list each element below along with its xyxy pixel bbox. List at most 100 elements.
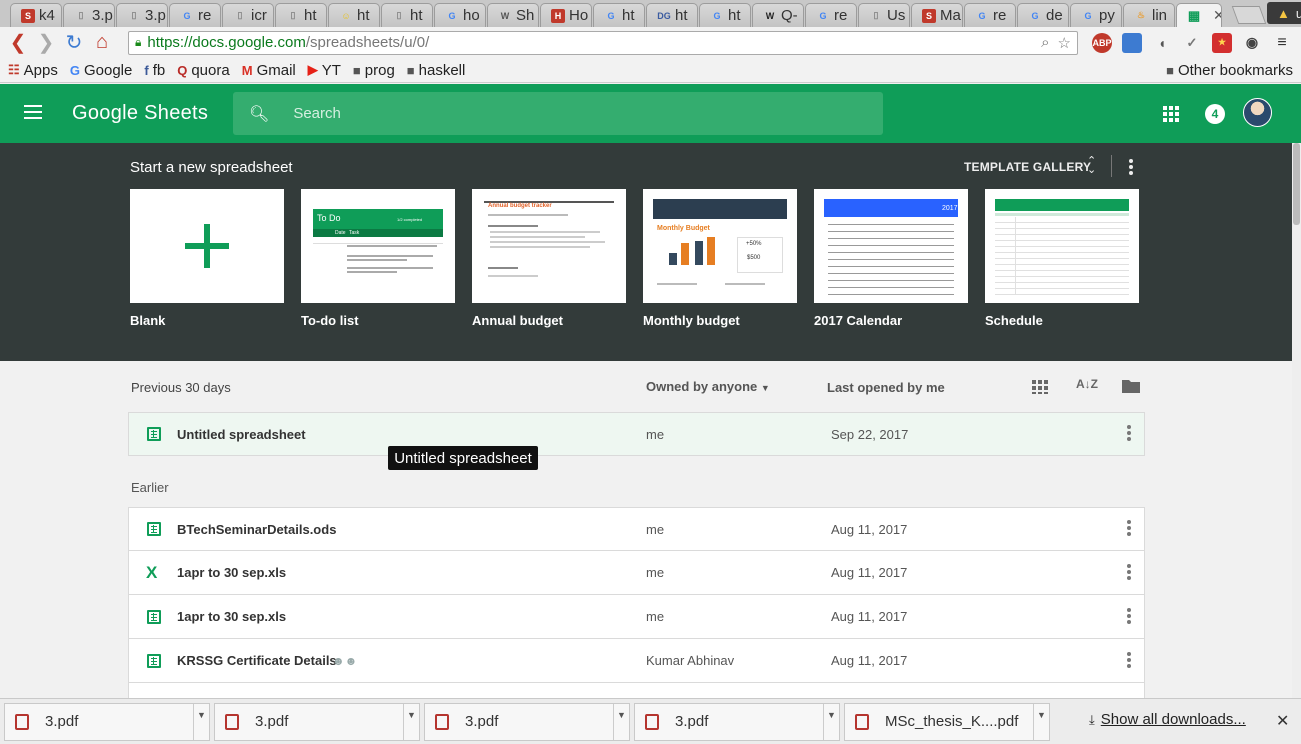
- browser-tab-active[interactable]: ▦✕: [1176, 3, 1222, 27]
- search-box[interactable]: 🔍︎: [233, 92, 883, 135]
- browser-tab[interactable]: W Q-: [752, 3, 804, 27]
- template-thumbnail[interactable]: [985, 189, 1139, 303]
- owner-filter-dropdown[interactable]: Owned by anyone ▼: [646, 379, 770, 394]
- template-thumbnail[interactable]: To Do 1/2 completed Date Task: [301, 189, 455, 303]
- download-menu-caret-icon[interactable]: ▼: [613, 703, 629, 740]
- sort-az-icon[interactable]: A↓Z: [1076, 377, 1098, 391]
- browser-tab[interactable]: W Sh: [487, 3, 539, 27]
- grid-view-icon[interactable]: [1032, 380, 1048, 394]
- chrome-menu-icon[interactable]: ≡: [1272, 33, 1292, 53]
- back-button[interactable]: ❮: [6, 30, 30, 55]
- browser-tab[interactable]: Gho: [434, 3, 486, 27]
- bookmark-quora[interactable]: Qquora: [177, 62, 230, 79]
- close-shelf-icon[interactable]: ✕: [1276, 711, 1289, 731]
- browser-tab[interactable]: ▯ icr: [222, 3, 274, 27]
- bookmark-apps[interactable]: ☷ Apps: [8, 62, 58, 79]
- browser-tab[interactable]: ▯ Us: [858, 3, 910, 27]
- extension-window-icon[interactable]: [1122, 32, 1142, 53]
- extension-speaker-icon[interactable]: ◖: [1152, 33, 1172, 53]
- extension-camera-icon[interactable]: ◉: [1242, 33, 1262, 53]
- bookmark-google[interactable]: G Google: [70, 62, 133, 79]
- browser-tab[interactable]: Gde: [1017, 3, 1069, 27]
- browser-tab[interactable]: ♨ lin: [1123, 3, 1175, 27]
- download-menu-caret-icon[interactable]: ▼: [1033, 703, 1049, 740]
- download-item[interactable]: MSc_thesis_K....pdf ▼: [844, 702, 1050, 741]
- template-thumbnail[interactable]: Monthly Budget +50% $500: [643, 189, 797, 303]
- file-row[interactable]: X 1apr to 30 sep.xls me Aug 11, 2017: [128, 551, 1145, 595]
- template-card-blank[interactable]: Blank: [130, 189, 284, 328]
- search-input[interactable]: [293, 105, 794, 122]
- file-row[interactable]: KRSSG Certificate Details ☻☻ Kumar Abhinav…: [128, 639, 1145, 683]
- row-more-icon[interactable]: [1127, 607, 1131, 626]
- download-item[interactable]: 3.pdf ▼: [424, 702, 630, 741]
- bookmark-prog[interactable]: ■ prog: [353, 62, 395, 79]
- template-thumbnail[interactable]: Annual budget tracker: [472, 189, 626, 303]
- row-more-icon[interactable]: [1127, 520, 1131, 538]
- download-menu-caret-icon[interactable]: ▼: [193, 703, 209, 740]
- adblock-icon[interactable]: ABP: [1092, 32, 1112, 53]
- browser-tab[interactable]: Gre: [964, 3, 1016, 27]
- expand-collapse-icon[interactable]: ⌃ ⌄: [1087, 156, 1096, 176]
- other-bookmarks[interactable]: ■ Other bookmarks: [1166, 62, 1293, 79]
- browser-tab[interactable]: ☺ ht: [328, 3, 380, 27]
- browser-tab[interactable]: ▯ ht: [381, 3, 433, 27]
- file-row[interactable]: Untitled spreadsheet me Sep 22, 2017: [128, 412, 1145, 456]
- new-tab-button[interactable]: [1231, 6, 1267, 24]
- browser-tab[interactable]: Ght: [699, 3, 751, 27]
- close-tab-icon[interactable]: ✕: [1213, 7, 1221, 24]
- show-all-downloads-link[interactable]: ⤓ Show all downloads...: [1089, 711, 1246, 728]
- template-card-monthly-budget[interactable]: Monthly Budget +50% $500 Monthly budget: [643, 189, 797, 328]
- template-thumbnail[interactable]: [130, 189, 284, 303]
- template-card-annual-budget[interactable]: Annual budget tracker Annual budget: [472, 189, 626, 328]
- download-filename: 3.pdf: [465, 713, 499, 730]
- download-menu-caret-icon[interactable]: ▼: [823, 703, 839, 740]
- profile-button[interactable]: ▲ user: [1267, 2, 1301, 24]
- address-bar[interactable]: 🔒︎ https://docs.google.com/spreadsheets/…: [128, 30, 1078, 55]
- extension-pocket-icon[interactable]: ✓: [1182, 33, 1202, 53]
- template-card-todo[interactable]: To Do 1/2 completed Date Task To-do list: [301, 189, 455, 328]
- download-item[interactable]: 3.pdf ▼: [214, 702, 420, 741]
- browser-tab[interactable]: Ght: [593, 3, 645, 27]
- bookmark-haskell[interactable]: ■ haskell: [407, 62, 466, 79]
- bookmark-fb[interactable]: f fb: [144, 62, 165, 79]
- row-more-icon[interactable]: [1127, 425, 1131, 443]
- template-card-calendar[interactable]: 2017 2017 Calendar: [814, 189, 968, 328]
- file-row[interactable]: 1apr to 30 sep.xls me Aug 11, 2017: [128, 595, 1145, 639]
- page-scrollbar[interactable]: [1292, 143, 1301, 698]
- download-menu-caret-icon[interactable]: ▼: [403, 703, 419, 740]
- file-row[interactable]: BTechSeminarDetails.ods me Aug 11, 2017: [128, 507, 1145, 551]
- browser-tab[interactable]: ▯ 3.p: [116, 3, 168, 27]
- browser-tab[interactable]: Gre: [169, 3, 221, 27]
- folder-picker-icon[interactable]: [1122, 378, 1140, 393]
- template-thumbnail[interactable]: 2017: [814, 189, 968, 303]
- notifications-badge[interactable]: 4: [1205, 104, 1225, 124]
- forward-button[interactable]: ❯: [34, 30, 58, 55]
- row-more-icon[interactable]: [1127, 563, 1131, 582]
- account-avatar[interactable]: [1243, 98, 1272, 127]
- home-button[interactable]: ⌂: [90, 31, 114, 54]
- bookmark-gmail[interactable]: M Gmail: [242, 62, 296, 79]
- reload-button[interactable]: ↻: [62, 30, 86, 55]
- download-item[interactable]: 3.pdf ▼: [634, 702, 840, 741]
- bookmark-yt[interactable]: ▶ YT: [308, 62, 341, 79]
- google-apps-icon[interactable]: [1163, 106, 1179, 122]
- browser-tab[interactable]: Gre: [805, 3, 857, 27]
- browser-tab[interactable]: ▯ 3.p: [63, 3, 115, 27]
- template-card-schedule[interactable]: Schedule: [985, 189, 1139, 328]
- sort-label[interactable]: Last opened by me: [827, 380, 945, 395]
- main-menu-icon[interactable]: [24, 105, 42, 123]
- download-item[interactable]: 3.pdf ▼: [4, 702, 210, 741]
- more-options-icon[interactable]: [1128, 159, 1134, 177]
- row-more-icon[interactable]: [1127, 651, 1131, 670]
- app-logo[interactable]: Google Sheets: [72, 102, 208, 125]
- browser-tab[interactable]: S Ma: [911, 3, 963, 27]
- zoom-search-icon[interactable]: ⌕: [1041, 34, 1049, 52]
- extension-pin-icon[interactable]: ★: [1212, 32, 1232, 53]
- browser-tab[interactable]: H Ho: [540, 3, 592, 27]
- template-gallery-button[interactable]: TEMPLATE GALLERY: [964, 160, 1091, 174]
- browser-tab[interactable]: Sk4: [10, 3, 62, 27]
- browser-tab[interactable]: Gpy: [1070, 3, 1122, 27]
- browser-tab[interactable]: DG ht: [646, 3, 698, 27]
- bookmark-star-icon[interactable]: ☆: [1058, 34, 1071, 52]
- browser-tab[interactable]: ▯ ht: [275, 3, 327, 27]
